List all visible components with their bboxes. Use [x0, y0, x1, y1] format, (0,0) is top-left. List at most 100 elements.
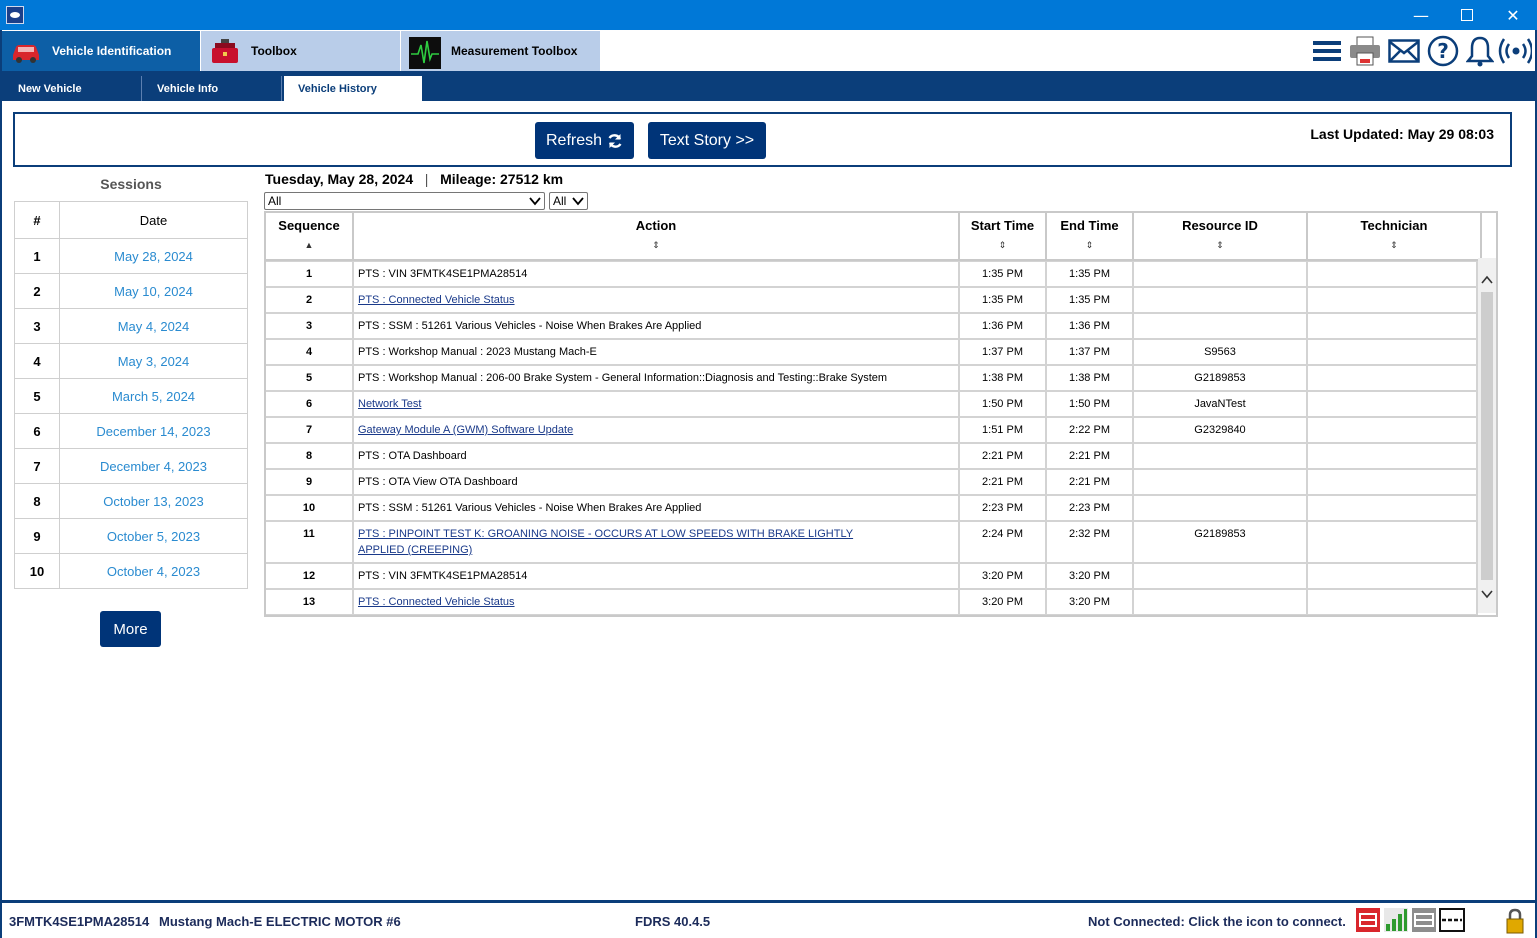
end-time-cell: 2:21 PM — [1047, 444, 1134, 468]
scrollbar-thumb[interactable] — [1481, 292, 1493, 580]
session-row[interactable]: 5 March 5, 2024 — [14, 378, 248, 414]
table-row[interactable]: 3 PTS : SSM : 51261 Various Vehicles - No… — [266, 313, 1478, 339]
sequence-cell: 6 — [266, 392, 354, 416]
technician-cell — [1308, 392, 1478, 416]
column-header-end-time[interactable]: End Time ⇕ — [1047, 213, 1134, 259]
session-number: 4 — [14, 343, 60, 379]
action-filter-select[interactable]: All — [264, 192, 545, 210]
technician-cell — [1308, 590, 1478, 614]
session-date-link[interactable]: December 14, 2023 — [59, 413, 248, 449]
action-cell: PTS : SSM : 51261 Various Vehicles - Noi… — [354, 496, 960, 520]
chevron-down-icon — [529, 194, 541, 211]
menu-icon[interactable] — [1310, 34, 1344, 68]
action-link[interactable]: PTS : Connected Vehicle Status — [358, 294, 515, 306]
tab-measurement-toolbox[interactable]: Measurement Toolbox — [401, 31, 600, 71]
column-header-action[interactable]: Action ⇕ — [354, 213, 960, 259]
session-date-link[interactable]: December 4, 2023 — [59, 448, 248, 484]
table-row[interactable]: 10 PTS : SSM : 51261 Various Vehicles - N… — [266, 495, 1478, 521]
tab-new-vehicle[interactable]: New Vehicle — [4, 76, 142, 101]
session-date-link[interactable]: October 5, 2023 — [59, 518, 248, 554]
vci-adapter-icon[interactable] — [1412, 908, 1436, 932]
mail-icon[interactable] — [1387, 34, 1421, 68]
session-number: 1 — [14, 238, 60, 274]
end-time-cell: 2:32 PM — [1047, 522, 1134, 562]
header-label: Technician — [1360, 218, 1428, 233]
bell-icon[interactable] — [1463, 34, 1497, 68]
close-icon[interactable]: ✕ — [1490, 0, 1536, 30]
table-row[interactable]: 11 PTS : PINPOINT TEST K: GROANING NOISE … — [266, 521, 1478, 563]
tab-vehicle-history[interactable]: Vehicle History — [284, 76, 422, 101]
dashed-line-icon[interactable] — [1439, 908, 1465, 932]
technician-filter-select[interactable]: All — [549, 192, 588, 210]
lock-icon[interactable] — [1504, 907, 1526, 935]
chevron-up-icon[interactable] — [1481, 272, 1493, 290]
column-header-start-time[interactable]: Start Time ⇕ — [960, 213, 1047, 259]
end-time-cell: 1:38 PM — [1047, 366, 1134, 390]
resource-id-cell — [1134, 496, 1308, 520]
signal-bars-icon[interactable] — [1384, 908, 1408, 932]
column-header-resource-id[interactable]: Resource ID ⇕ — [1134, 213, 1308, 259]
help-icon[interactable]: ? — [1426, 34, 1460, 68]
session-date-link[interactable]: May 4, 2024 — [59, 308, 248, 344]
session-date-link[interactable]: March 5, 2024 — [59, 378, 248, 414]
printer-icon[interactable] — [1348, 34, 1382, 68]
session-row[interactable]: 6 December 14, 2023 — [14, 413, 248, 449]
session-date-link[interactable]: October 4, 2023 — [59, 553, 248, 589]
sequence-cell: 13 — [266, 590, 354, 614]
action-link[interactable]: Network Test — [358, 398, 421, 410]
action-link[interactable]: PTS : PINPOINT TEST K: GROANING NOISE - … — [358, 528, 853, 556]
history-heading: Tuesday, May 28, 2024 | Mileage: 27512 k… — [265, 171, 563, 187]
session-row[interactable]: 1 May 28, 2024 — [14, 238, 248, 274]
technician-cell — [1308, 444, 1478, 468]
table-row[interactable]: 5 PTS : Workshop Manual : 206-00 Brake Sy… — [266, 365, 1478, 391]
table-row[interactable]: 7 Gateway Module A (GWM) Software Update 1… — [266, 417, 1478, 443]
session-row[interactable]: 4 May 3, 2024 — [14, 343, 248, 379]
session-row[interactable]: 2 May 10, 2024 — [14, 273, 248, 309]
session-row[interactable]: 8 October 13, 2023 — [14, 483, 248, 519]
session-date-link[interactable]: October 13, 2023 — [59, 483, 248, 519]
tab-label: Vehicle Info — [157, 82, 219, 95]
technician-cell — [1308, 288, 1478, 312]
more-button[interactable]: More — [100, 611, 161, 647]
session-date-link[interactable]: May 3, 2024 — [59, 343, 248, 379]
refresh-button[interactable]: Refresh — [535, 122, 634, 159]
wireless-icon[interactable] — [1498, 34, 1532, 68]
minimize-icon[interactable]: — — [1398, 0, 1444, 30]
session-row[interactable]: 10 October 4, 2023 — [14, 553, 248, 589]
table-row[interactable]: 6 Network Test 1:50 PM 1:50 PM JavaNTest — [266, 391, 1478, 417]
table-row[interactable]: 2 PTS : Connected Vehicle Status 1:35 PM 1:… — [266, 287, 1478, 313]
tab-toolbox[interactable]: Toolbox — [201, 31, 400, 71]
table-row[interactable]: 9 PTS : OTA View OTA Dashboard 2:21 PM 2:21… — [266, 469, 1478, 495]
maximize-icon[interactable] — [1444, 0, 1490, 30]
tab-vehicle-identification[interactable]: Vehicle Identification — [2, 31, 200, 71]
column-header-sequence[interactable]: Sequence ▲ — [266, 213, 354, 259]
session-date-link[interactable]: May 28, 2024 — [59, 238, 248, 274]
session-row[interactable]: 3 May 4, 2024 — [14, 308, 248, 344]
column-header-technician[interactable]: Technician ⇕ — [1308, 213, 1482, 259]
chevron-down-icon[interactable] — [1481, 586, 1493, 604]
table-row[interactable]: 8 PTS : OTA Dashboard 2:21 PM 2:21 PM — [266, 443, 1478, 469]
session-number: 6 — [14, 413, 60, 449]
session-number: 9 — [14, 518, 60, 554]
action-link[interactable]: Gateway Module A (GWM) Software Update — [358, 424, 573, 436]
action-link[interactable]: PTS : Connected Vehicle Status — [358, 596, 515, 608]
text-story-button[interactable]: Text Story >> — [648, 122, 766, 159]
vci-disconnected-icon[interactable] — [1356, 908, 1380, 932]
table-row[interactable]: 1 PTS : VIN 3FMTK4SE1PMA28514 1:35 PM 1:35 … — [266, 261, 1478, 287]
session-row[interactable]: 7 December 4, 2023 — [14, 448, 248, 484]
car-icon — [10, 37, 42, 65]
table-row[interactable]: 4 PTS : Workshop Manual : 2023 Mustang Ma… — [266, 339, 1478, 365]
resource-id-cell — [1134, 470, 1308, 494]
refresh-label: Refresh — [545, 131, 603, 149]
sort-icon: ⇕ — [1085, 240, 1094, 250]
start-time-cell: 2:24 PM — [960, 522, 1047, 562]
table-row[interactable]: 13 PTS : Connected Vehicle Status 3:20 PM 3… — [266, 589, 1478, 615]
session-date-link[interactable]: May 10, 2024 — [59, 273, 248, 309]
tab-vehicle-info[interactable]: Vehicle Info — [143, 76, 282, 101]
start-time-cell: 1:38 PM — [960, 366, 1047, 390]
resource-id-cell — [1134, 564, 1308, 588]
session-row[interactable]: 9 October 5, 2023 — [14, 518, 248, 554]
table-row[interactable]: 12 PTS : VIN 3FMTK4SE1PMA28514 3:20 PM 3:20… — [266, 563, 1478, 589]
end-time-cell: 2:21 PM — [1047, 470, 1134, 494]
svg-text:?: ? — [1437, 39, 1449, 63]
